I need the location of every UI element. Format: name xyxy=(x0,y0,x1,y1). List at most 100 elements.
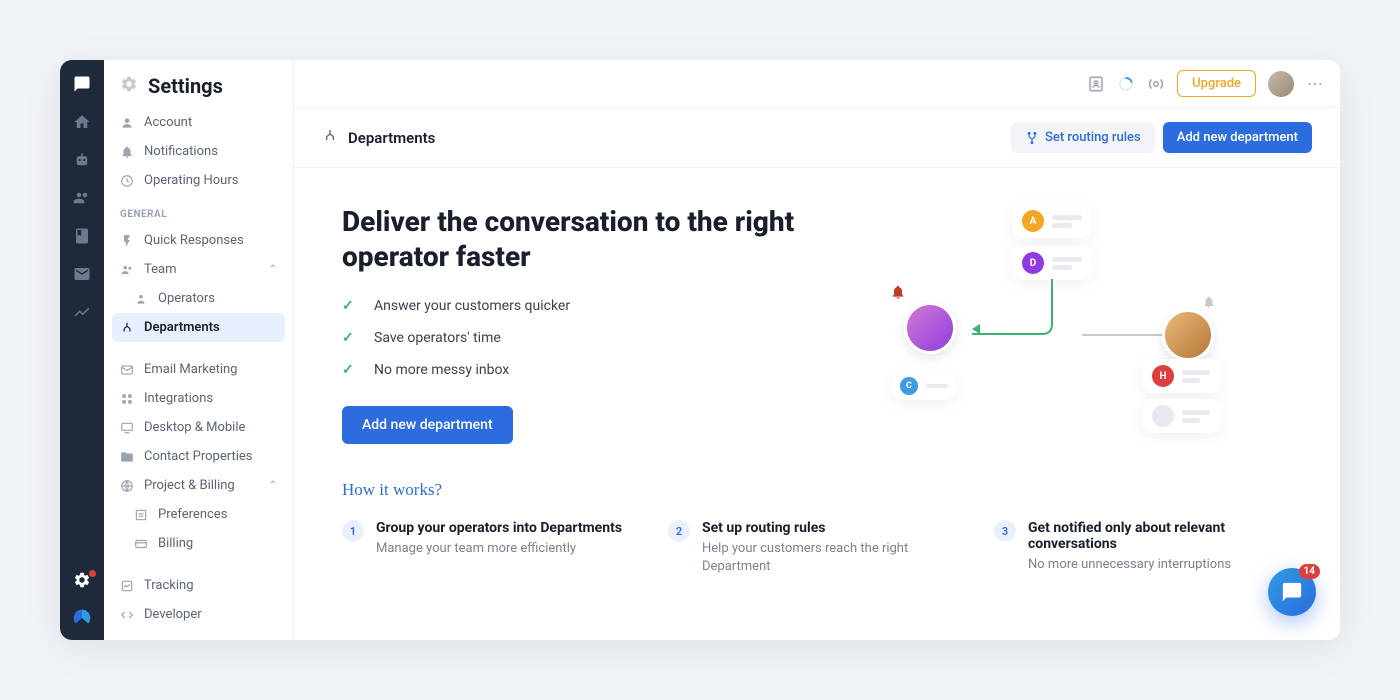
sidebar-label: Developer xyxy=(144,607,202,622)
tracking-icon xyxy=(120,579,134,593)
step-1: 1 Group your operators into Departments … xyxy=(342,520,640,576)
fab-badge: 14 xyxy=(1299,564,1320,579)
sidebar-item-quick-responses[interactable]: Quick Responses xyxy=(104,226,293,255)
how-it-works-title: How it works? xyxy=(342,480,1292,500)
mail-icon xyxy=(120,363,134,377)
clock-icon xyxy=(120,174,134,188)
hero-headline: Deliver the conversation to the right op… xyxy=(342,204,802,274)
routing-line-gray xyxy=(1082,334,1162,336)
bell-muted-icon xyxy=(1202,294,1216,313)
nav-users-icon[interactable] xyxy=(72,188,92,208)
badge-c: C xyxy=(900,377,918,395)
nav-bot-icon[interactable] xyxy=(72,150,92,170)
sidebar-item-operators[interactable]: Operators xyxy=(104,284,293,313)
sidebar-label: Operating Hours xyxy=(144,173,238,188)
feature-item: ✓No more messy inbox xyxy=(342,362,802,378)
operator-icon xyxy=(134,292,148,306)
step-desc: No more unnecessary interruptions xyxy=(1028,556,1292,574)
upgrade-button[interactable]: Upgrade xyxy=(1177,70,1256,97)
sidebar-item-integrations[interactable]: Integrations xyxy=(104,384,293,413)
topbar-contacts-icon[interactable] xyxy=(1087,75,1105,93)
sidebar-label: Project & Billing xyxy=(144,478,235,493)
bell-alert-icon xyxy=(890,284,906,304)
step-desc: Manage your team more efficiently xyxy=(376,540,622,558)
page-header: Departments Set routing rules Add new de… xyxy=(294,108,1340,168)
sidebar-item-desktop-mobile[interactable]: Desktop & Mobile xyxy=(104,413,293,442)
user-avatar[interactable] xyxy=(1268,71,1294,97)
add-department-button-header[interactable]: Add new department xyxy=(1163,122,1312,153)
step-3: 3 Get notified only about relevant conve… xyxy=(994,520,1292,576)
operator-avatar-right xyxy=(1162,309,1214,361)
routing-card-blank xyxy=(1142,399,1220,433)
sidebar-item-preferences[interactable]: Preferences xyxy=(104,500,293,529)
chat-icon xyxy=(1281,581,1303,603)
content-area: Upgrade ⋯ Departments Set routing rules … xyxy=(294,60,1340,640)
sidebar-item-billing[interactable]: Billing xyxy=(104,529,293,558)
team-icon xyxy=(120,263,134,277)
check-icon: ✓ xyxy=(342,298,360,314)
sidebar-label: Operators xyxy=(158,291,215,306)
feature-item: ✓Answer your customers quicker xyxy=(342,298,802,314)
main-navbar xyxy=(60,60,104,640)
sidebar-item-account[interactable]: Account xyxy=(104,108,293,137)
add-department-button-hero[interactable]: Add new department xyxy=(342,406,513,444)
chat-fab[interactable]: 14 xyxy=(1268,568,1316,616)
badge-h: H xyxy=(1152,365,1174,387)
step-title: Group your operators into Departments xyxy=(376,520,622,536)
grid-icon xyxy=(120,392,134,406)
routing-arrow-green xyxy=(962,279,1082,359)
folder-icon xyxy=(120,450,134,464)
step-desc: Help your customers reach the right Depa… xyxy=(702,540,966,576)
sidebar-item-developer[interactable]: Developer xyxy=(104,600,293,629)
sidebar-label: Team xyxy=(144,262,177,277)
main-body: Deliver the conversation to the right op… xyxy=(294,168,1340,640)
nav-notification-dot xyxy=(89,570,96,577)
settings-sidebar: Settings Account Notifications Operating… xyxy=(104,60,294,640)
routing-icon xyxy=(1025,131,1039,145)
sidebar-label: Integrations xyxy=(144,391,213,406)
step-number: 3 xyxy=(994,520,1016,542)
sidebar-header: Settings xyxy=(104,60,293,108)
sidebar-item-notifications[interactable]: Notifications xyxy=(104,137,293,166)
code-icon xyxy=(120,608,134,622)
badge-blank xyxy=(1152,405,1174,427)
routing-card-h: H xyxy=(1142,359,1220,393)
sidebar-label: Account xyxy=(144,115,192,130)
topbar-progress-icon[interactable] xyxy=(1117,75,1135,93)
sidebar-item-departments[interactable]: Departments xyxy=(112,313,285,342)
nav-book-icon[interactable] xyxy=(72,226,92,246)
nav-settings-icon[interactable] xyxy=(72,570,92,590)
sidebar-label: Preferences xyxy=(158,507,227,522)
sidebar-item-project-billing[interactable]: Project & Billing ⌃ xyxy=(104,471,293,500)
nav-analytics-icon[interactable] xyxy=(72,302,92,322)
nav-logo-icon[interactable] xyxy=(72,608,92,628)
set-routing-rules-button[interactable]: Set routing rules xyxy=(1011,122,1155,153)
globe-icon xyxy=(120,479,134,493)
department-icon xyxy=(322,128,338,148)
sidebar-label: Quick Responses xyxy=(144,233,244,248)
department-icon xyxy=(120,321,134,335)
more-menu-icon[interactable]: ⋯ xyxy=(1306,75,1324,93)
operator-avatar-left xyxy=(904,302,956,354)
sidebar-item-team[interactable]: Team ⌃ xyxy=(104,255,293,284)
chevron-up-icon: ⌃ xyxy=(269,480,277,491)
sidebar-label: Contact Properties xyxy=(144,449,253,464)
sidebar-item-email-marketing[interactable]: Email Marketing xyxy=(104,355,293,384)
topbar-broadcast-icon[interactable] xyxy=(1147,75,1165,93)
feature-list: ✓Answer your customers quicker ✓Save ope… xyxy=(342,298,802,378)
routing-card-c: C xyxy=(892,372,956,400)
chevron-up-icon: ⌃ xyxy=(269,264,277,275)
nav-mail-icon[interactable] xyxy=(72,264,92,284)
badge-d: D xyxy=(1022,252,1044,274)
sidebar-item-contact-properties[interactable]: Contact Properties xyxy=(104,442,293,471)
preferences-icon xyxy=(134,508,148,522)
app-frame: Settings Account Notifications Operating… xyxy=(60,60,1340,640)
bolt-icon xyxy=(120,234,134,248)
how-it-works-section: How it works? 1 Group your operators int… xyxy=(342,480,1292,576)
sidebar-item-tracking[interactable]: Tracking xyxy=(104,571,293,600)
sidebar-item-operating-hours[interactable]: Operating Hours xyxy=(104,166,293,195)
hero-illustration: A D xyxy=(862,204,1292,444)
nav-chat-icon[interactable] xyxy=(72,74,92,94)
routing-card-a: A xyxy=(1012,204,1092,238)
nav-home-icon[interactable] xyxy=(72,112,92,132)
